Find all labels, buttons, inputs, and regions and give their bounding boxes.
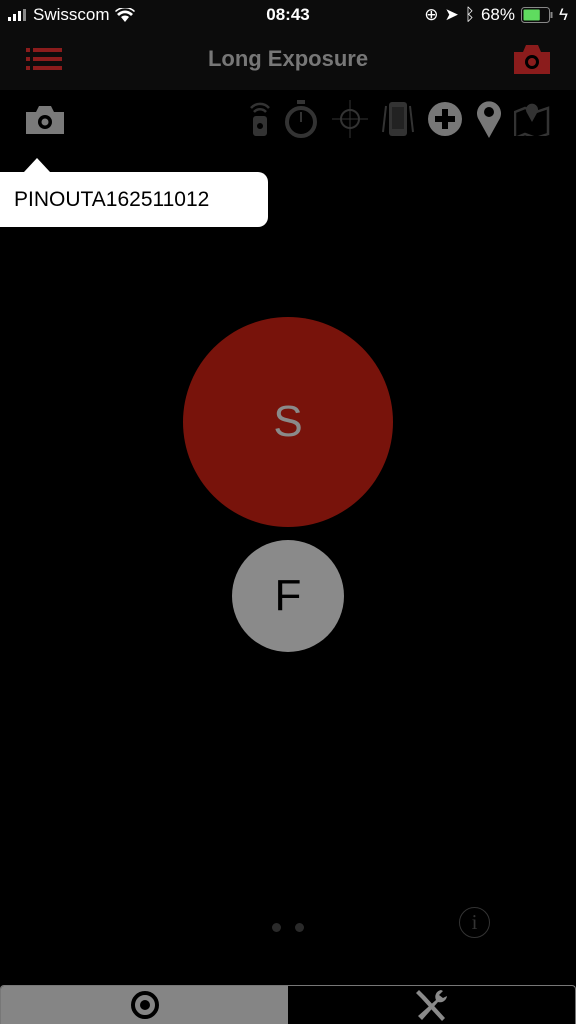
tools-icon bbox=[415, 990, 447, 1021]
bluetooth-icon: ᛒ bbox=[464, 5, 475, 24]
toolbar bbox=[0, 100, 576, 142]
camera-icon[interactable] bbox=[26, 104, 64, 134]
page-title: Long Exposure bbox=[207, 46, 369, 71]
page-indicator-dot[interactable] bbox=[295, 923, 304, 932]
charging-icon: ϟ bbox=[559, 5, 568, 24]
f-button[interactable]: F bbox=[232, 540, 344, 652]
nav-bar: Long Exposure bbox=[0, 30, 576, 90]
phone-shake-icon[interactable] bbox=[382, 100, 414, 138]
target-icon bbox=[130, 991, 159, 1019]
s-button[interactable]: S bbox=[183, 317, 393, 527]
map-icon[interactable] bbox=[514, 102, 550, 136]
f-label: F bbox=[274, 571, 302, 620]
s-label: S bbox=[273, 397, 303, 446]
battery-icon bbox=[521, 7, 553, 23]
plus-circle-icon[interactable] bbox=[428, 102, 462, 136]
stopwatch-icon[interactable] bbox=[284, 100, 318, 138]
tab-shoot[interactable] bbox=[1, 986, 288, 1024]
rotation-lock-icon: ⊕ bbox=[424, 5, 439, 24]
page-indicator-dot[interactable] bbox=[272, 923, 281, 932]
status-bar: Swisscom 08:43 ⊕ ➤ ᛒ 68% ϟ bbox=[0, 0, 576, 30]
remote-icon[interactable] bbox=[248, 100, 272, 136]
device-id: PINOUTA162511012 bbox=[14, 188, 210, 211]
info-icon[interactable]: i bbox=[459, 907, 490, 938]
location-arrow-icon: ➤ bbox=[444, 5, 459, 24]
camera-icon[interactable] bbox=[514, 44, 550, 74]
crosshair-icon[interactable] bbox=[332, 100, 368, 138]
battery-percent: 68% bbox=[480, 5, 515, 24]
location-pin-icon[interactable] bbox=[476, 100, 502, 138]
tab-settings[interactable] bbox=[288, 986, 575, 1024]
device-tooltip: PINOUTA162511012 bbox=[0, 158, 268, 227]
tab-bar bbox=[0, 985, 576, 1024]
